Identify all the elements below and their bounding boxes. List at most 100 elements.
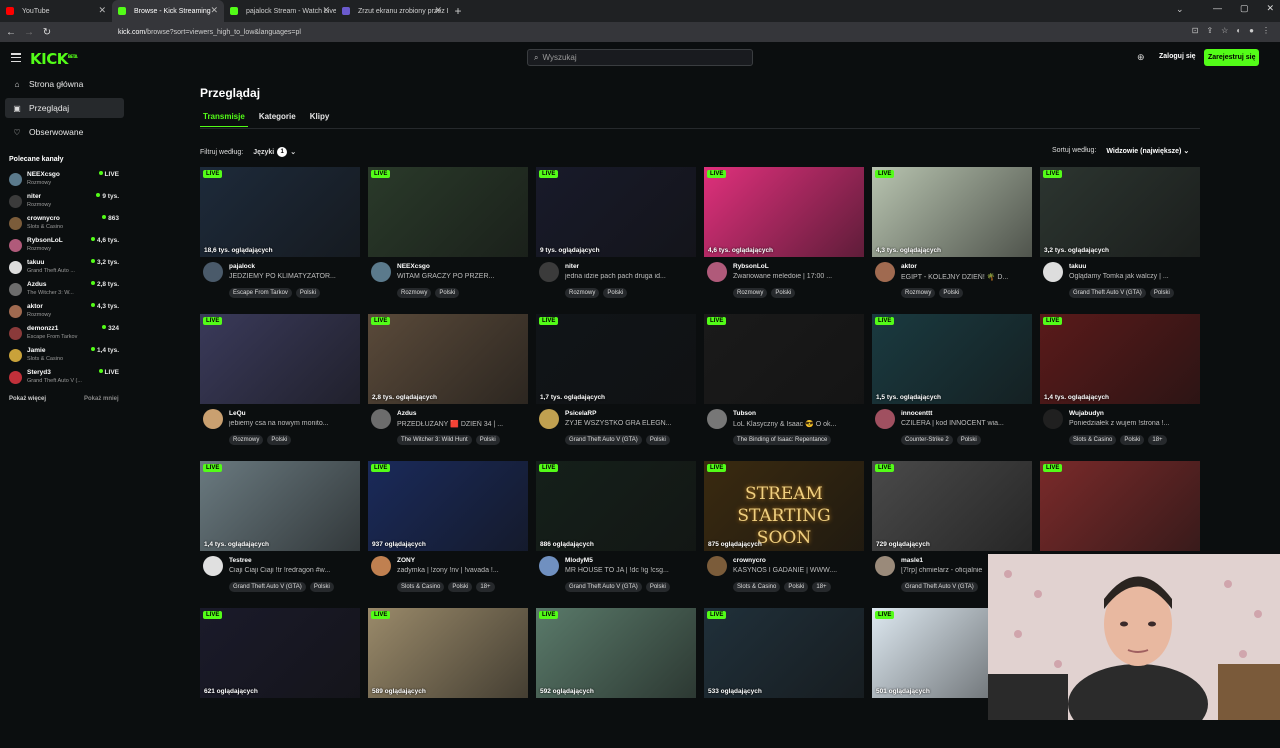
stream-title[interactable]: Zwariowane meledoie | 17:00 ...	[733, 273, 863, 280]
avatar[interactable]	[539, 262, 559, 282]
menu-icon[interactable]: ⋮	[1262, 26, 1270, 35]
tag-chip[interactable]: Polski	[267, 435, 292, 445]
streamer-name[interactable]: pajalock	[229, 263, 255, 270]
close-window-icon[interactable]: ✕	[1266, 3, 1274, 14]
tag-chip[interactable]: Polski	[939, 288, 964, 298]
stream-card[interactable]: LIVE 4,3 tys. oglądających aktor EGIPT - KO…	[872, 167, 1032, 307]
stream-title[interactable]: Oglądamy Tomka jak walczy | ...	[1069, 273, 1199, 280]
show-more-link[interactable]: Pokaż więcej	[9, 396, 46, 402]
streamer-name[interactable]: RybsonLoL	[733, 263, 769, 270]
tag-chip[interactable]: Rozmowy	[229, 435, 264, 445]
tag-chip[interactable]: Escape From Tarkov	[229, 288, 292, 298]
sidebar-channel[interactable]: Azdus The Witcher 3: W... 2,8 tys.	[9, 280, 121, 300]
stream-thumbnail[interactable]: LIVE 18,6 tys. oglądających	[200, 167, 360, 257]
tag-chip[interactable]: 18+	[812, 582, 831, 592]
sidebar-channel[interactable]: Steryd3 Grand Theft Auto V (... LIVE	[9, 368, 121, 388]
tag-chip[interactable]: 18+	[476, 582, 495, 592]
stream-thumbnail[interactable]: LIVE 1,5 tys. oglądających	[872, 314, 1032, 404]
tag-chip[interactable]: Polski	[645, 435, 670, 445]
avatar[interactable]	[1043, 262, 1063, 282]
stream-card[interactable]: LIVE NEEXcsgo WITAM GRACZY PO PRZER... Rozm…	[368, 167, 528, 307]
stream-title[interactable]: PRZEDŁUŻANY 🟥 DZIEŃ 34 | ...	[397, 420, 527, 428]
tag-chip[interactable]: Polski	[1149, 288, 1174, 298]
stream-card[interactable]: LIVE STREAM STARTING SOON 875 oglądających…	[704, 461, 864, 601]
avatar[interactable]	[875, 409, 895, 429]
tag-chip[interactable]: Rozmowy	[565, 288, 600, 298]
stream-thumbnail[interactable]: LIVE 4,6 tys. oglądających	[704, 167, 864, 257]
streamer-name[interactable]: Tubson	[733, 410, 756, 417]
close-tab-icon[interactable]: ✕	[322, 5, 330, 16]
sidebar-channel[interactable]: RybsonLoL Rozmowy 4,6 tys.	[9, 236, 121, 256]
tab-clips[interactable]: Klipy	[307, 112, 333, 127]
streamer-name[interactable]: crownycro	[733, 557, 766, 564]
streamer-name[interactable]: innocenttt	[901, 410, 932, 417]
language-filter-dropdown[interactable]: Języki 1 ⌄	[253, 147, 296, 157]
minimize-icon[interactable]: —	[1213, 3, 1222, 14]
browser-tab[interactable]: pajalock Stream - Watch Live o ✕	[224, 0, 336, 22]
bookmark-icon[interactable]: ☆	[1221, 26, 1228, 35]
tag-chip[interactable]: Polski	[295, 288, 320, 298]
tab-streams[interactable]: Transmisje	[200, 112, 248, 127]
streamer-name[interactable]: ZONY	[397, 557, 415, 564]
sidebar-channel[interactable]: crownycro Slots & Casino 863	[9, 214, 121, 234]
stream-thumbnail[interactable]: LIVE 886 oglądających	[536, 461, 696, 551]
avatar[interactable]	[875, 262, 895, 282]
new-tab-icon[interactable]: +	[448, 0, 468, 22]
stream-title[interactable]: LoL Klasyczny & Isaac 😎 O ok...	[733, 420, 863, 428]
sidebar-channel[interactable]: demonzz1 Escape From Tarkov 324	[9, 324, 121, 344]
stream-card[interactable]: LIVE 1,4 tys. oglądających Wujabudyn Ponied…	[1040, 314, 1200, 454]
hamburger-menu-icon[interactable]	[11, 53, 21, 62]
stream-card[interactable]: LIVE 1,4 tys. oglądających Testree Ciaji Ci…	[200, 461, 360, 601]
streamer-name[interactable]: takuu	[1069, 263, 1086, 270]
browser-tab[interactable]: YouTube ✕	[0, 0, 112, 22]
streamer-name[interactable]: NEEXcsgo	[397, 263, 430, 270]
tag-chip[interactable]: Polski	[784, 582, 809, 592]
browser-tab[interactable]: Browse - Kick Streaming ✕	[112, 0, 224, 22]
stream-title[interactable]: zadymka | !zony !nv | !vavada !...	[397, 567, 527, 574]
show-less-link[interactable]: Pokaż mniej	[84, 396, 119, 402]
stream-card[interactable]: LIVE 589 oglądających	[368, 608, 528, 748]
stream-title[interactable]: jedna idzie pach pach druga id...	[565, 273, 695, 280]
forward-icon[interactable]: →	[20, 27, 38, 38]
tag-chip[interactable]: Polski	[448, 582, 473, 592]
avatar[interactable]	[539, 409, 559, 429]
tag-chip[interactable]: Counter-Strike 2	[901, 435, 953, 445]
tab-categories[interactable]: Kategorie	[256, 112, 299, 127]
streamer-name[interactable]: PsicelaRP	[565, 410, 596, 417]
stream-card[interactable]: LIVE 18,6 tys. oglądających pajalock JEDZIE…	[200, 167, 360, 307]
tab-search-icon[interactable]: ⌄	[1176, 4, 1184, 15]
tag-chip[interactable]: The Witcher 3: Wild Hunt	[397, 435, 472, 445]
sidebar-channel[interactable]: NEEXcsgo Rozmowy LIVE	[9, 170, 121, 190]
back-icon[interactable]: ←	[2, 27, 20, 38]
tag-chip[interactable]: Grand Theft Auto V (GTA)	[229, 582, 306, 592]
tag-chip[interactable]: Rozmowy	[901, 288, 936, 298]
tag-chip[interactable]: Polski	[771, 288, 796, 298]
language-globe-icon[interactable]: ⊕	[1137, 52, 1145, 63]
stream-card[interactable]: LIVE 886 oglądających MlodyM5 MR HOUSE TO J…	[536, 461, 696, 601]
reload-icon[interactable]: ↻	[38, 27, 56, 38]
stream-thumbnail[interactable]: LIVE 4,3 tys. oglądających	[872, 167, 1032, 257]
stream-thumbnail[interactable]: LIVE	[1040, 461, 1200, 551]
register-button[interactable]: Zarejestruj się	[1204, 49, 1260, 66]
stream-card[interactable]: LIVE LeQu jebiemy csa na nowym monito... Ro…	[200, 314, 360, 454]
tag-chip[interactable]: Polski	[603, 288, 628, 298]
url-field[interactable]: kick.com/browse?sort=viewers_high_to_low…	[118, 25, 1098, 39]
stream-title[interactable]: ZYJE WSZYSTKO GRA ELEGN...	[565, 420, 695, 427]
install-icon[interactable]: ⊡	[1192, 26, 1199, 35]
stream-thumbnail[interactable]: LIVE 592 oglądających	[536, 608, 696, 698]
stream-thumbnail[interactable]: LIVE	[368, 167, 528, 257]
stream-title[interactable]: CZILERA | kod INNOCENT wia...	[901, 420, 1031, 427]
tag-chip[interactable]: The Binding of Isaac: Repentance	[733, 435, 832, 445]
tag-chip[interactable]: Slots & Casino	[1069, 435, 1117, 445]
stream-thumbnail[interactable]: LIVE 1,4 tys. oglądających	[1040, 314, 1200, 404]
streamer-name[interactable]: Azdus	[397, 410, 417, 417]
login-button[interactable]: Zaloguj się	[1159, 53, 1196, 60]
stream-thumbnail[interactable]: LIVE 3,2 tys. oglądających	[1040, 167, 1200, 257]
streamer-name[interactable]: LeQu	[229, 410, 246, 417]
tag-chip[interactable]: Grand Theft Auto V (GTA)	[901, 582, 978, 592]
profile-icon[interactable]: ●	[1249, 26, 1254, 35]
tag-chip[interactable]: Grand Theft Auto V (GTA)	[565, 435, 642, 445]
avatar[interactable]	[707, 556, 727, 576]
avatar[interactable]	[707, 262, 727, 282]
search-input[interactable]	[542, 53, 733, 62]
